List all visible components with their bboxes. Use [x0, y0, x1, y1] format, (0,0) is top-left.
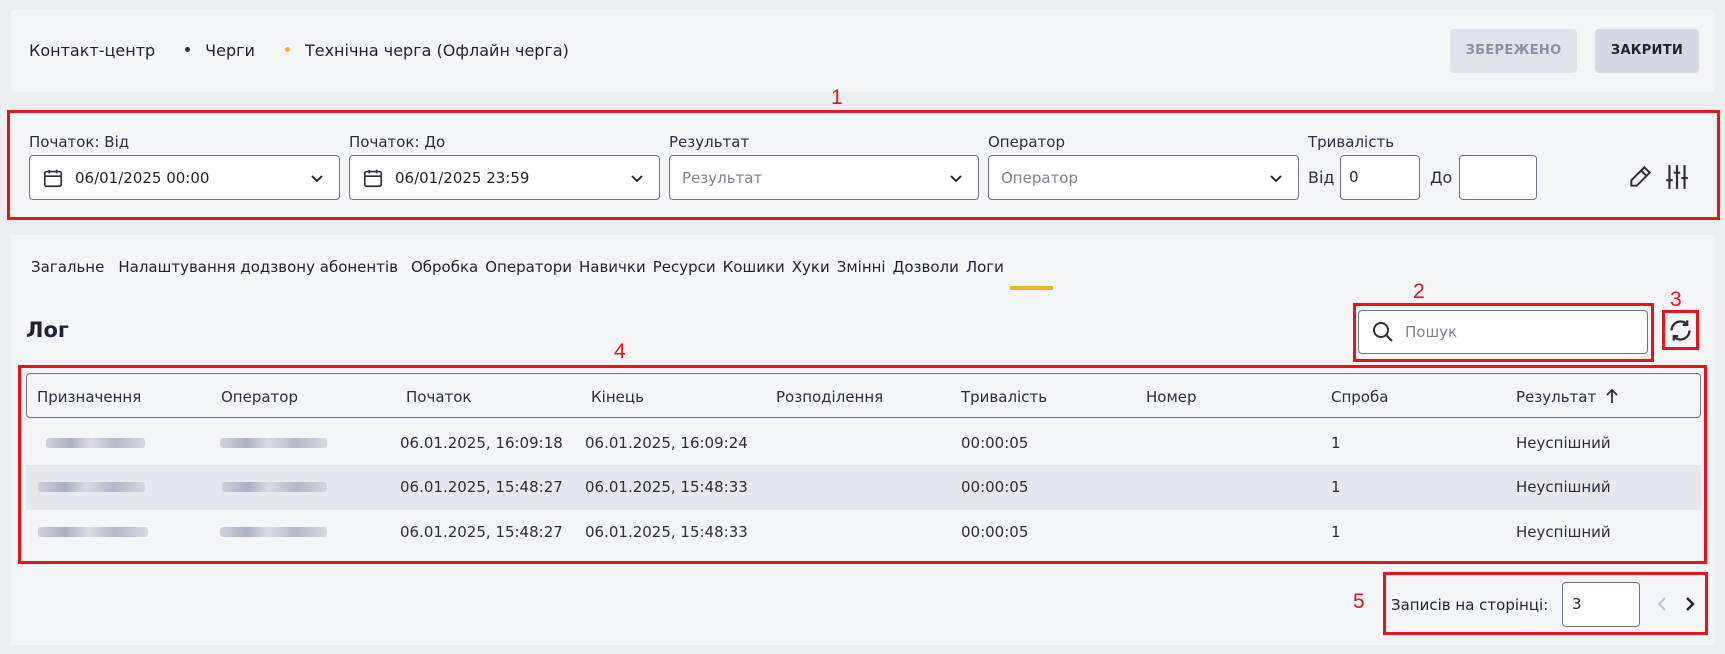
tab-logs[interactable]: Логи: [966, 258, 1004, 276]
calendar-icon: [43, 169, 63, 187]
duration-to-input[interactable]: [1459, 155, 1537, 200]
redacted-operator: [220, 438, 327, 448]
start-from-datepicker[interactable]: 06/01/2025 00:00: [29, 155, 340, 200]
column-header-destination[interactable]: Призначення: [37, 388, 141, 406]
breadcrumb-separator-active: [284, 47, 290, 52]
breadcrumb: Контакт-центр Черги Технічна черга (Офла…: [29, 41, 569, 60]
breadcrumb-item-queues[interactable]: Черги: [205, 41, 255, 60]
tab-baskets[interactable]: Кошики: [723, 258, 785, 276]
column-header-distribution[interactable]: Розподілення: [776, 388, 883, 406]
eraser-icon[interactable]: [1627, 164, 1653, 190]
tab-resources[interactable]: Ресурси: [653, 258, 716, 276]
page-size-input[interactable]: 3: [1562, 582, 1640, 627]
start-to-label: Початок: До: [349, 133, 446, 151]
breadcrumb-item-contact-center[interactable]: Контакт-центр: [29, 41, 155, 60]
tab-general[interactable]: Загальне: [31, 258, 104, 276]
tab-operators[interactable]: Оператори: [485, 258, 572, 276]
cell-start: 06.01.2025, 15:48:27: [400, 523, 563, 541]
operator-label: Оператор: [988, 133, 1065, 151]
cell-result: Неуспішний: [1516, 434, 1611, 452]
redacted-operator: [222, 482, 327, 492]
tab-processing[interactable]: Обробка: [411, 258, 478, 276]
start-from-label: Початок: Від: [29, 133, 130, 151]
start-from-value: 06/01/2025 00:00: [75, 168, 210, 187]
cell-start: 06.01.2025, 16:09:18: [400, 434, 563, 452]
breadcrumb-item-current: Технічна черга (Офлайн черга): [304, 41, 569, 60]
column-header-duration[interactable]: Тривалість: [961, 388, 1047, 406]
annotation-number-1: 1: [831, 86, 843, 109]
cell-duration: 00:00:05: [961, 523, 1029, 541]
cell-start: 06.01.2025, 15:48:27: [400, 478, 563, 496]
tab-bar: Загальне Налаштування додзвону абонентів…: [31, 258, 1014, 276]
search-placeholder: Пошук: [1405, 323, 1458, 341]
cell-attempt: 1: [1331, 434, 1341, 452]
column-header-result[interactable]: Результат: [1516, 388, 1596, 406]
chevron-down-icon: [950, 174, 962, 182]
annotation-number-5: 5: [1353, 590, 1365, 613]
tab-variables[interactable]: Змінні: [837, 258, 886, 276]
cell-result: Неуспішний: [1516, 523, 1611, 541]
chevron-left-icon[interactable]: [1654, 594, 1670, 614]
chevron-down-icon: [631, 174, 643, 182]
tab-skills[interactable]: Навички: [579, 258, 646, 276]
cell-end: 06.01.2025, 16:09:24: [585, 434, 748, 452]
page-title: Лог: [26, 318, 69, 342]
refresh-icon[interactable]: [1667, 317, 1694, 344]
column-header-start[interactable]: Початок: [406, 388, 472, 406]
redacted-destination: [46, 438, 145, 448]
cell-duration: 00:00:05: [961, 434, 1029, 452]
settings-sliders-icon[interactable]: [1664, 163, 1690, 191]
cell-attempt: 1: [1331, 523, 1341, 541]
operator-placeholder: Оператор: [1001, 168, 1078, 187]
cell-attempt: 1: [1331, 478, 1341, 496]
duration-to-label: До: [1430, 168, 1453, 187]
chevron-down-icon: [1270, 174, 1282, 182]
result-placeholder: Результат: [682, 168, 763, 187]
chevron-right-icon[interactable]: [1682, 594, 1698, 614]
column-header-end[interactable]: Кінець: [591, 388, 644, 406]
breadcrumb-separator: [185, 47, 191, 52]
search-input[interactable]: Пошук: [1358, 310, 1648, 354]
cell-end: 06.01.2025, 15:48:33: [585, 478, 748, 496]
result-select[interactable]: Результат: [669, 155, 979, 200]
redacted-destination: [38, 482, 145, 492]
annotation-number-4: 4: [614, 340, 626, 363]
chevron-down-icon: [311, 174, 323, 182]
tab-permissions[interactable]: Дозволи: [893, 258, 959, 276]
start-to-value: 06/01/2025 23:59: [395, 168, 530, 187]
calendar-icon: [363, 169, 383, 187]
result-label: Результат: [669, 133, 750, 151]
redacted-operator: [220, 527, 327, 537]
close-button[interactable]: ЗАКРИТИ: [1595, 29, 1699, 73]
redacted-destination: [38, 527, 148, 537]
search-icon: [1373, 322, 1393, 342]
cell-duration: 00:00:05: [961, 478, 1029, 496]
duration-from-input[interactable]: 0: [1340, 155, 1420, 200]
page-size-label: Записів на сторінці:: [1391, 596, 1549, 614]
column-header-attempt[interactable]: Спроба: [1331, 388, 1388, 406]
annotation-number-2: 2: [1413, 280, 1425, 303]
arrow-up-icon: [1606, 388, 1618, 403]
column-header-operator[interactable]: Оператор: [221, 388, 298, 406]
operator-select[interactable]: Оператор: [988, 155, 1299, 200]
cell-result: Неуспішний: [1516, 478, 1611, 496]
saved-button[interactable]: ЗБЕРЕЖЕНО: [1450, 29, 1577, 73]
tab-hooks[interactable]: Хуки: [792, 258, 830, 276]
duration-from-label: Від: [1308, 168, 1335, 187]
tab-redial-settings[interactable]: Налаштування додзвону абонентів: [118, 258, 398, 276]
annotation-number-3: 3: [1670, 288, 1682, 311]
column-header-number[interactable]: Номер: [1146, 388, 1197, 406]
cell-end: 06.01.2025, 15:48:33: [585, 523, 748, 541]
duration-label: Тривалість: [1308, 133, 1395, 151]
start-to-datepicker[interactable]: 06/01/2025 23:59: [349, 155, 660, 200]
active-tab-indicator: [1010, 286, 1053, 290]
